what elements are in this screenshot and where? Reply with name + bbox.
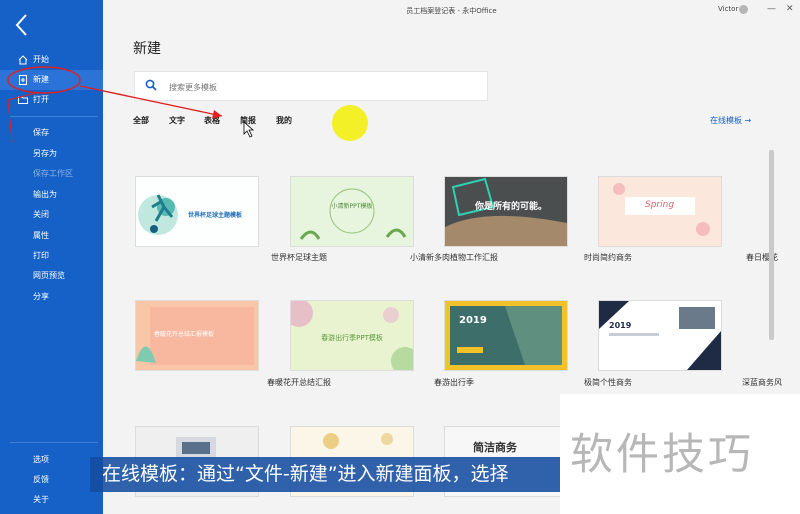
avatar[interactable]	[739, 5, 748, 14]
minimize-button[interactable]: —	[767, 4, 776, 14]
thumbnail-caption: Spring	[645, 200, 675, 210]
template-card-spring-outing[interactable]: 春游出行季PPT模板	[290, 300, 414, 371]
template-thumbnail	[599, 301, 721, 370]
thumbnail-caption: 春游出行季PPT模板	[321, 334, 383, 342]
watermark-text: 软件技巧	[570, 430, 754, 480]
sidebar-item-open[interactable]: 打开	[0, 90, 103, 110]
template-label: 深蓝商务风	[742, 378, 782, 387]
window-title: 员工档案登记表 - 永中Office	[406, 7, 497, 15]
page-title: 新建	[133, 41, 161, 57]
sidebar-item-label: 保存	[33, 128, 49, 137]
sidebar-item-save-as[interactable]: 另存为	[0, 144, 103, 164]
sidebar-item-about[interactable]: 关于	[0, 490, 103, 510]
sidebar-item-label: 选项	[33, 455, 49, 464]
sidebar-item-close[interactable]: 关闭	[0, 205, 103, 225]
thumbnail-caption: 你是所有的可能。	[475, 202, 548, 212]
click-highlight	[332, 105, 368, 141]
thumbnail-caption: 2019	[609, 321, 632, 330]
tab-writer[interactable]: 文字	[169, 115, 185, 126]
watermark: 软件技巧	[560, 394, 800, 514]
caption-banner: 在线模板：通过“文件-新建”进入新建面板，选择	[90, 457, 572, 492]
sidebar-item-label: 关于	[33, 495, 49, 504]
sidebar-item-label: 开始	[33, 55, 49, 64]
sidebar-item-save-workspace: 保存工作区	[0, 164, 103, 184]
thumbnail-caption: 世界杯足球主题模板	[188, 212, 243, 219]
thumbnail-caption: 春暖花开总结汇报模板	[154, 331, 215, 338]
scrollbar[interactable]	[769, 150, 774, 340]
sidebar-divider	[10, 442, 98, 443]
template-card-spring-summary[interactable]: 春暖花开总结汇报模板	[135, 300, 259, 371]
user-name[interactable]: Victor	[718, 5, 738, 13]
sidebar-item-label: 新建	[33, 75, 49, 84]
sidebar-item-export[interactable]: 输出为	[0, 185, 103, 205]
template-card-succulent[interactable]: 小清新PPT模板	[290, 176, 414, 247]
sidebar-item-label: 输出为	[33, 190, 57, 199]
close-button[interactable]: ✕	[786, 4, 794, 14]
sidebar-item-options[interactable]: 选项	[0, 450, 103, 470]
search-icon[interactable]	[145, 79, 157, 91]
title-bar: 员工档案登记表 - 永中Office Victor — ✕	[103, 0, 800, 22]
new-file-icon	[19, 75, 27, 85]
template-label: 春游出行季	[434, 378, 474, 387]
thumbnail-caption: 简洁商务	[473, 441, 517, 454]
tab-mine[interactable]: 我的	[276, 115, 292, 126]
sidebar-item-feedback[interactable]: 反馈	[0, 470, 103, 490]
template-thumbnail	[613, 183, 710, 236]
online-templates-link[interactable]: 在线模板 →	[710, 115, 751, 126]
template-label: 小清新多肉植物工作汇报	[410, 253, 498, 262]
sidebar-item-save[interactable]: 保存	[0, 123, 103, 143]
sidebar-item-label: 分享	[33, 292, 49, 301]
sidebar-item-label: 反馈	[33, 475, 49, 484]
thumbnail-caption: 小清新PPT模板	[331, 203, 373, 210]
file-sidebar: 开始 新建 打开 保存 另存为 保存工作区 输出为 关闭 属性 打印 网页预览 …	[0, 0, 103, 514]
template-thumbnail	[299, 188, 407, 240]
sidebar-item-label: 保存工作区	[33, 169, 73, 178]
home-icon	[18, 55, 28, 65]
template-label: 极简个性商务	[584, 378, 632, 387]
template-label: 春暖花开总结汇报	[267, 378, 331, 387]
sidebar-item-share[interactable]: 分享	[0, 287, 103, 307]
template-card-fashion-business[interactable]: 你是所有的可能。	[444, 176, 568, 247]
template-thumbnail	[450, 306, 562, 365]
template-label: 世界杯足球主题	[271, 253, 327, 262]
tab-spreadsheet[interactable]: 表格	[204, 115, 220, 126]
template-label: 春日樱花	[746, 253, 778, 262]
sidebar-item-label: 网页预览	[33, 271, 65, 280]
search-input[interactable]	[167, 78, 471, 96]
sidebar-item-start[interactable]: 开始	[0, 50, 103, 70]
sidebar-item-web-preview[interactable]: 网页预览	[0, 266, 103, 286]
sidebar-item-label: 关闭	[33, 210, 49, 219]
sidebar-item-label: 另存为	[33, 149, 57, 158]
tab-presentation[interactable]: 简报	[240, 115, 256, 126]
sidebar-item-new[interactable]: 新建	[0, 70, 103, 90]
folder-icon	[18, 96, 28, 104]
back-arrow-icon[interactable]	[12, 12, 34, 38]
template-card-minimal-business[interactable]: 2019	[444, 300, 568, 371]
sidebar-item-label: 打印	[33, 251, 49, 260]
template-card-dark-blue-business[interactable]: 2019	[598, 300, 722, 371]
sidebar-divider	[10, 116, 98, 117]
sidebar-item-label: 属性	[33, 231, 49, 240]
template-card-spring-cherry[interactable]: Spring	[598, 176, 722, 247]
sidebar-item-properties[interactable]: 属性	[0, 226, 103, 246]
template-label: 时尚简约商务	[584, 253, 632, 262]
sidebar-item-label: 打开	[33, 95, 49, 104]
thumbnail-caption: 2019	[459, 315, 487, 326]
template-card-world-cup[interactable]: 世界杯足球主题模板	[135, 176, 259, 247]
tab-all[interactable]: 全部	[133, 115, 149, 126]
template-search[interactable]	[134, 71, 488, 101]
sidebar-item-print[interactable]: 打印	[0, 246, 103, 266]
